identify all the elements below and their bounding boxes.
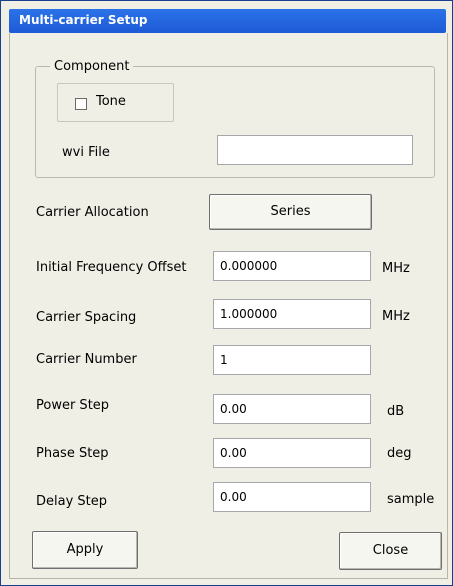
carrier-spacing-unit: MHz	[382, 309, 410, 324]
initial-frequency-offset-unit: MHz	[382, 261, 410, 276]
carrier-spacing-label: Carrier Spacing	[36, 310, 137, 325]
window-title: Multi-carrier Setup	[19, 13, 148, 27]
carrier-allocation-button[interactable]: Series	[209, 194, 372, 230]
power-step-unit: dB	[387, 404, 405, 419]
tone-label: Tone	[96, 94, 126, 109]
power-step-input[interactable]: 0.00	[213, 394, 371, 424]
delay-step-unit: sample	[387, 492, 435, 507]
delay-step-input[interactable]: 0.00	[213, 482, 371, 512]
wvi-file-input[interactable]	[217, 135, 413, 165]
wvi-file-label: wvi File	[62, 145, 110, 160]
power-step-label: Power Step	[36, 398, 110, 413]
apply-button[interactable]: Apply	[32, 531, 138, 569]
carrier-number-label: Carrier Number	[36, 352, 137, 367]
initial-frequency-offset-input[interactable]: 0.000000	[213, 251, 371, 281]
component-group-label: Component	[50, 59, 134, 74]
carrier-spacing-input[interactable]: 1.000000	[213, 299, 371, 329]
title-bar[interactable]: Multi-carrier Setup	[9, 9, 446, 33]
phase-step-input[interactable]: 0.00	[213, 438, 371, 468]
phase-step-label: Phase Step	[36, 446, 109, 461]
delay-step-label: Delay Step	[36, 494, 108, 509]
close-button[interactable]: Close	[339, 532, 442, 570]
initial-frequency-offset-label: Initial Frequency Offset	[36, 260, 187, 275]
tone-checkbox[interactable]	[75, 98, 87, 110]
carrier-allocation-label: Carrier Allocation	[36, 205, 149, 220]
phase-step-unit: deg	[387, 446, 412, 461]
carrier-number-input[interactable]: 1	[213, 345, 371, 375]
